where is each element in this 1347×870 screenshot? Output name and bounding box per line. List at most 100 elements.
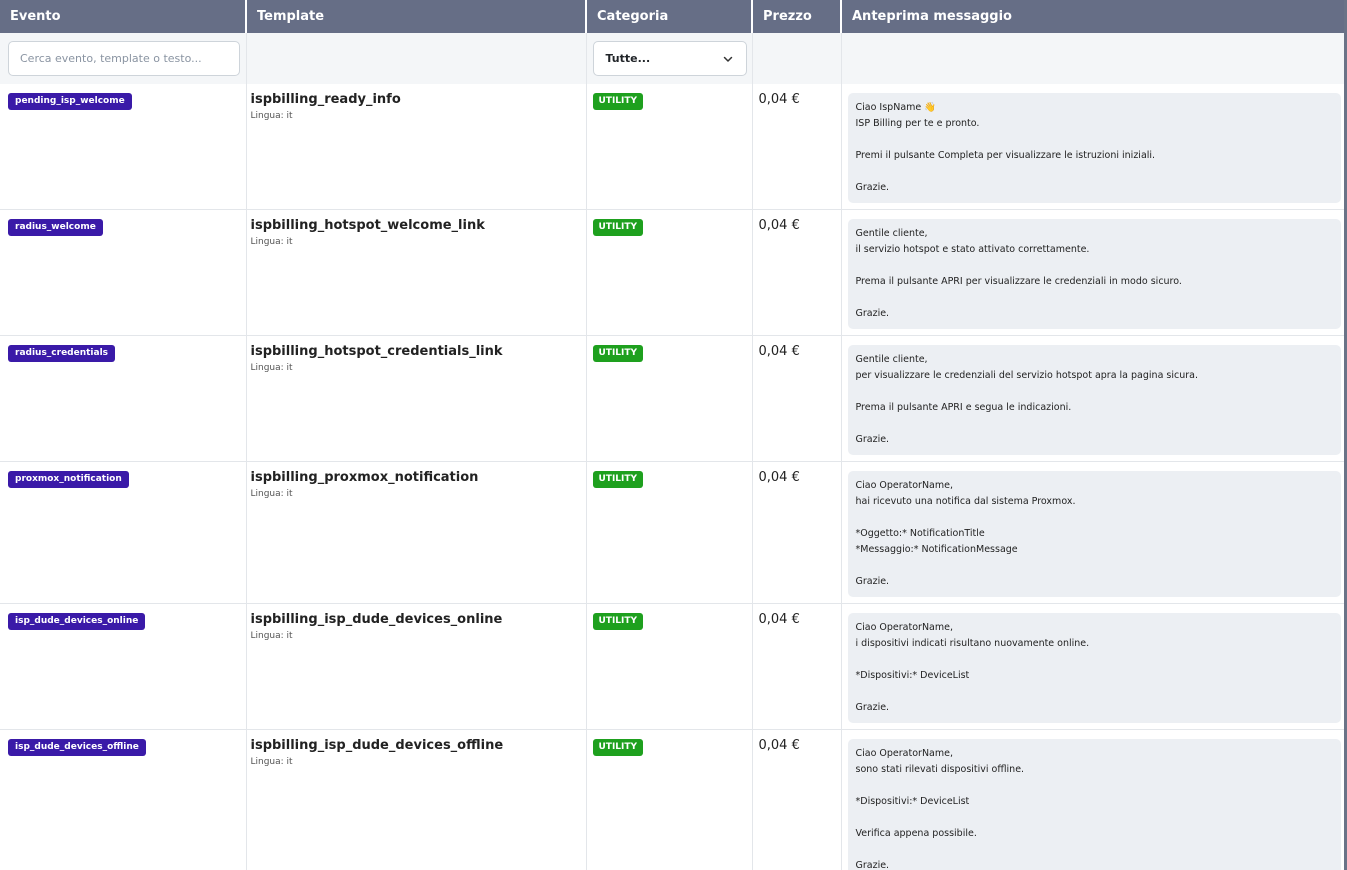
- message-line: hai ricevuto una notifica dal sistema Pr…: [855, 496, 1076, 507]
- price-value: 0,04 €: [758, 92, 800, 107]
- cell-preview: Gentile cliente, il servizio hotspot e st…: [841, 209, 1344, 336]
- message-line: *Messaggio:* NotificationMessage: [855, 544, 1018, 555]
- cell-preview: Ciao OperatorName, sono stati rilevati di…: [841, 729, 1344, 870]
- template-name: ispbilling_hotspot_credentials_link: [250, 344, 503, 359]
- message-line: [856, 652, 1334, 668]
- message-line: *Oggetto:* NotificationTitle: [855, 528, 985, 539]
- event-badge: pending_isp_welcome: [8, 93, 132, 110]
- message-line: [856, 810, 1334, 826]
- message-line: *Dispositivi:* DeviceList: [855, 670, 970, 681]
- cell-event: isp_dude_devices_online: [0, 603, 247, 730]
- cell-template: ispbilling_isp_dude_devices_online Lingu…: [246, 603, 587, 730]
- message-line: [856, 164, 1334, 180]
- template-language: Lingua: it: [250, 631, 293, 641]
- message-line: *Dispositivi:* DeviceList: [855, 796, 970, 807]
- event-badge: proxmox_notification: [8, 471, 129, 488]
- message-line: [856, 132, 1334, 148]
- message-line: per visualizzare le credenziali del serv…: [855, 370, 1199, 381]
- message-preview: Gentile cliente, il servizio hotspot e st…: [847, 219, 1341, 329]
- template-name: ispbilling_isp_dude_devices_offline: [250, 738, 504, 753]
- cell-template: ispbilling_proxmox_notification Lingua: …: [246, 461, 587, 604]
- header-template: Template: [246, 0, 587, 33]
- table-header-row: Evento Template Categoria Prezzo Antepri…: [0, 0, 1344, 33]
- template-language: Lingua: it: [250, 237, 293, 247]
- message-line: i dispositivi indicati risultano nuovame…: [855, 638, 1090, 649]
- event-badge: radius_credentials: [8, 345, 116, 362]
- template-language: Lingua: it: [250, 111, 293, 121]
- event-badge: radius_welcome: [8, 219, 103, 236]
- message-preview: Ciao IspName 👋 ISP Billing per te e pront…: [847, 93, 1341, 203]
- category-badge: UTILITY: [592, 471, 644, 488]
- table-row[interactable]: isp_dude_devices_offline ispbilling_isp_…: [0, 729, 1344, 870]
- chevron-down-icon: [723, 56, 732, 62]
- message-preview: Ciao OperatorName, sono stati rilevati di…: [847, 739, 1341, 870]
- header-category: Categoria: [586, 0, 753, 33]
- message-line: [856, 558, 1334, 574]
- template-language: Lingua: it: [250, 757, 293, 767]
- template-name: ispbilling_isp_dude_devices_online: [250, 612, 503, 627]
- template-name: ispbilling_ready_info: [250, 92, 401, 107]
- cell-event: pending_isp_welcome: [0, 84, 247, 210]
- cell-template: ispbilling_ready_info Lingua: it: [246, 84, 587, 210]
- message-line: [856, 290, 1334, 306]
- category-badge: UTILITY: [592, 613, 644, 630]
- search-input[interactable]: [8, 41, 240, 76]
- filter-cell-category: Tutte...: [586, 33, 753, 84]
- table-row[interactable]: radius_credentials ispbilling_hotspot_cr…: [0, 335, 1344, 462]
- filter-cell-empty: [752, 33, 842, 84]
- price-value: 0,04 €: [758, 612, 800, 627]
- message-line: Grazie.: [855, 702, 890, 713]
- cell-price: 0,04 €: [752, 209, 842, 336]
- message-line: [856, 258, 1334, 274]
- message-line: Gentile cliente,: [855, 354, 928, 365]
- header-preview: Anteprima messaggio: [841, 0, 1344, 33]
- cell-preview: Gentile cliente, per visualizzare le cred…: [841, 335, 1344, 462]
- cell-template: ispbilling_hotspot_welcome_link Lingua: …: [246, 209, 587, 336]
- price-value: 0,04 €: [758, 470, 800, 485]
- message-preview: Gentile cliente, per visualizzare le cred…: [847, 345, 1341, 455]
- message-line: Prema il pulsante APRI e segua le indica…: [855, 402, 1072, 413]
- table-row[interactable]: pending_isp_welcome ispbilling_ready_inf…: [0, 84, 1344, 210]
- message-line: ISP Billing per te e pronto.: [855, 118, 980, 129]
- price-value: 0,04 €: [758, 738, 800, 753]
- category-badge: UTILITY: [592, 219, 644, 236]
- message-line: Gentile cliente,: [855, 228, 928, 239]
- table-row[interactable]: isp_dude_devices_online ispbilling_isp_d…: [0, 603, 1344, 730]
- message-line: Prema il pulsante APRI per visualizzare …: [855, 276, 1182, 287]
- cell-event: proxmox_notification: [0, 461, 247, 604]
- message-line: [856, 384, 1334, 400]
- message-line: Grazie.: [855, 860, 890, 870]
- filter-cell-search: [0, 33, 247, 84]
- template-language: Lingua: it: [250, 363, 293, 373]
- category-select[interactable]: Tutte...: [592, 41, 747, 76]
- cell-category: UTILITY: [586, 461, 753, 604]
- message-line: [856, 842, 1334, 858]
- cell-price: 0,04 €: [752, 335, 842, 462]
- message-line: Grazie.: [855, 308, 890, 319]
- category-badge: UTILITY: [592, 739, 644, 756]
- message-line: Verifica appena possibile.: [855, 828, 977, 839]
- category-select-value: Tutte...: [605, 52, 651, 65]
- template-name: ispbilling_proxmox_notification: [250, 470, 479, 485]
- cell-price: 0,04 €: [752, 603, 842, 730]
- cell-event: isp_dude_devices_offline: [0, 729, 247, 870]
- template-language: Lingua: it: [250, 489, 293, 499]
- cell-category: UTILITY: [586, 729, 753, 870]
- header-event: Evento: [0, 0, 247, 33]
- table-row[interactable]: proxmox_notification ispbilling_proxmox_…: [0, 461, 1344, 604]
- cell-event: radius_welcome: [0, 209, 247, 336]
- message-line: [856, 510, 1334, 526]
- message-line: Ciao OperatorName,: [855, 480, 954, 491]
- message-line: Ciao IspName 👋: [855, 102, 937, 113]
- category-badge: UTILITY: [592, 345, 644, 362]
- message-preview: Ciao OperatorName, hai ricevuto una notif…: [847, 471, 1341, 597]
- message-line: Ciao OperatorName,: [855, 748, 954, 759]
- message-line: Premi il pulsante Completa per visualizz…: [855, 150, 1156, 161]
- cell-category: UTILITY: [586, 335, 753, 462]
- cell-template: ispbilling_hotspot_credentials_link Ling…: [246, 335, 587, 462]
- cell-event: radius_credentials: [0, 335, 247, 462]
- cell-template: ispbilling_isp_dude_devices_offline Ling…: [246, 729, 587, 870]
- filter-cell-empty: [246, 33, 587, 84]
- event-badge: isp_dude_devices_online: [8, 613, 146, 630]
- table-row[interactable]: radius_welcome ispbilling_hotspot_welcom…: [0, 209, 1344, 336]
